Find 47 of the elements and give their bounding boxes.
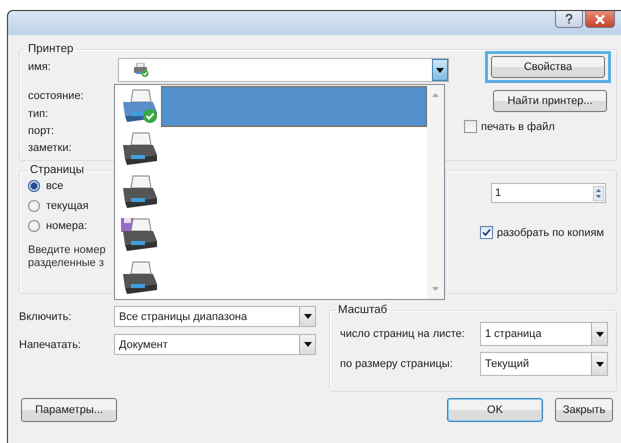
printer-check-icon [133, 63, 149, 77]
field-label: порт: [28, 124, 56, 139]
caret-icon [304, 342, 312, 347]
group-title: Масштаб [337, 304, 388, 316]
field-label: имя: [28, 61, 52, 75]
field-label: заметки: [28, 141, 73, 156]
scale-dropdown[interactable]: Текущий [480, 352, 608, 376]
group-title: Принтер [27, 43, 74, 55]
radio-label: номера: [46, 220, 88, 232]
ok-button[interactable]: OK [447, 398, 543, 422]
include-dropdown[interactable]: Все страницы диапазона [114, 306, 316, 327]
options-button[interactable]: Параметры... [21, 398, 117, 422]
help-icon [563, 13, 575, 25]
field-label: тип: [28, 107, 50, 122]
dropdown-button[interactable] [432, 59, 448, 81]
close-icon [594, 14, 606, 24]
caret-icon [436, 68, 444, 72]
scale-dropdown[interactable]: 1 страница [480, 322, 608, 346]
properties-button[interactable]: Свойства [491, 56, 605, 78]
radio-button[interactable] [28, 200, 40, 212]
print-what-dropdown[interactable]: Документ [114, 334, 316, 355]
hint-text: разделенные з [28, 257, 105, 270]
checkbox[interactable] [464, 120, 477, 133]
radio-button[interactable] [28, 220, 40, 232]
field-label: Включить: [19, 310, 72, 322]
radio-label: все [46, 180, 64, 192]
radio-button[interactable] [28, 180, 40, 192]
spin-arrows-icon [593, 186, 604, 200]
group-title: Страницы [29, 164, 85, 176]
copies-spin-field[interactable]: 1 [491, 183, 606, 203]
checkbox-label: печать в файл [481, 120, 555, 132]
hint-text: Введите номер [28, 244, 107, 257]
close-dialog-button[interactable]: Закрыть [555, 398, 613, 422]
field-label: по размеру страницы: [339, 358, 453, 370]
checkbox-label: разобрать по копиям [496, 226, 604, 238]
caret-icon [304, 314, 312, 319]
find-printer-button[interactable]: Найти принтер... [493, 90, 607, 112]
field-label: состояние: [28, 89, 85, 104]
field-label: число страниц на листе: [339, 328, 465, 340]
radio-label: текущая [46, 200, 89, 212]
help-button[interactable] [555, 11, 583, 28]
checkbox[interactable] [480, 226, 493, 239]
caret-icon [596, 332, 604, 336]
close-button[interactable] [585, 11, 615, 28]
field-label: Напечатать: [19, 338, 82, 350]
caret-icon [596, 362, 604, 366]
printer-floppy-icon[interactable] [119, 216, 159, 253]
